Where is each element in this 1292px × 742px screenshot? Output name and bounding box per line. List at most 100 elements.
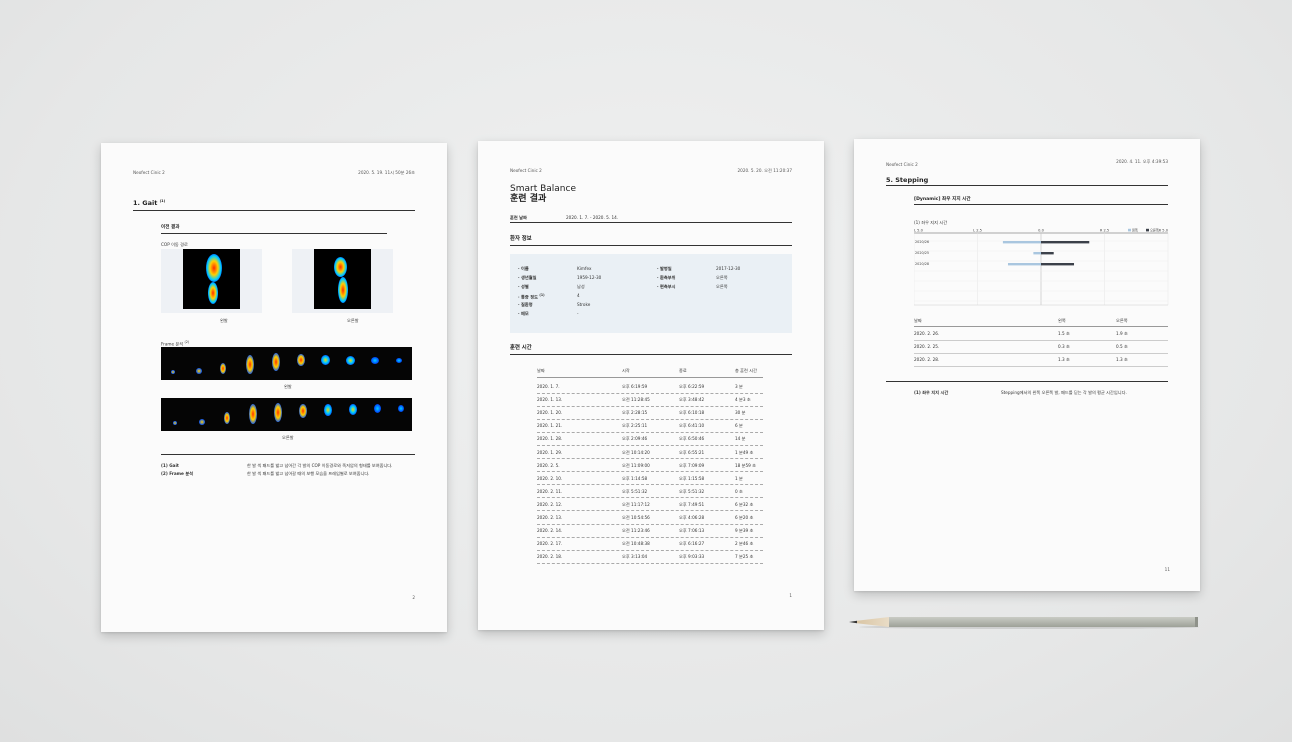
table-cell: 30 분 (735, 410, 746, 416)
strip-right-caption: 오른발 (282, 435, 294, 440)
patient-label: · 편측부시 (657, 284, 676, 289)
table-cell: 18 분59 초 (735, 462, 757, 468)
patient-value: Stroke (577, 302, 591, 307)
table-cell: 오후 7:09:09 (679, 462, 705, 468)
patient-label: · 질환명 (518, 302, 533, 307)
table-cell: 오후 6:16:27 (679, 541, 705, 547)
brand-label: Neofect Cinic 2 (133, 170, 165, 175)
patient-value: 오른쪽 (716, 284, 728, 289)
patient-rule (510, 245, 792, 246)
table-cell: 오전 10:54:56 (622, 515, 650, 520)
x-tick-label: 0.0 (1038, 229, 1044, 233)
table-cell: 2020. 2. 26. (914, 331, 940, 336)
bar (1033, 252, 1041, 255)
x-tick-label: L 5.0 (914, 229, 924, 233)
patient-label: · 이름 (518, 266, 529, 271)
table-cell: 0.5 초 (1116, 344, 1128, 349)
notes-rule (161, 454, 415, 455)
period-label: 훈련 날짜 (510, 215, 527, 220)
col-header-date: 날짜 (537, 368, 545, 373)
table-cell: 9 분39 초 (735, 528, 754, 534)
report-page-stepping: Neofect Cinic 2 2020. 4. 11. 오후 4:39:53 … (854, 139, 1200, 591)
right-foot-panel (292, 249, 393, 313)
frame-strip-left (161, 347, 412, 380)
table-cell: 오후 5:51:32 (622, 488, 648, 494)
training-section-title: 훈련 시간 (510, 345, 532, 351)
col-header-date: 날짜 (914, 318, 922, 323)
section-rule (133, 210, 415, 211)
x-tick-label: R 5.0 (1159, 229, 1169, 233)
patient-label: · 통증 정도 (1) (518, 293, 545, 300)
sub-rule (914, 204, 1168, 205)
period-value: 2020. 1. 7. - 2020. 5. 14. (566, 215, 619, 220)
table-cell: 오전 11:23:46 (622, 528, 650, 534)
note-text: Stepping에서의 왼쪽 오른쪽 발, 패드를 딛는 각 발의 평균 시간입… (1001, 390, 1127, 395)
frame-strip-right (161, 398, 412, 431)
table-cell: 오후 3:48:42 (679, 397, 705, 403)
header-date: 2020. 5. 19. 11시 50분 26초 (358, 170, 415, 175)
note-key-2: (2) Frame 분석 (161, 471, 194, 476)
table-cell: 2020. 2. 28. (914, 357, 940, 362)
table-cell: 2020. 2. 12. (537, 501, 563, 507)
section-title: 1. Gait (1) (133, 199, 166, 208)
table-cell: 1 분49 초 (735, 449, 754, 455)
table-cell: 오전 11:17:12 (622, 501, 650, 507)
patient-info-box: · 이름 Kimfex · 생년월일 1959-12-30 · 성별 남성 · … (510, 254, 792, 333)
report-page-training: Neofect Cinic 2 2020. 5. 20. 오전 11:20:37… (478, 141, 824, 630)
table-cell: 4 분3 초 (735, 397, 751, 403)
table-cell: 6 분20 초 (735, 515, 754, 520)
patient-label: · 환측부위 (657, 275, 676, 280)
report-title-ko: 훈련 결과 (510, 194, 547, 204)
table-cell: 오후 3:13:04 (622, 554, 648, 560)
table-cell: 오전 10:48:38 (622, 541, 650, 547)
table-cell: 6 분32 초 (735, 501, 754, 507)
table-cell: 2020. 2. 18. (537, 554, 563, 560)
bar (1007, 263, 1041, 266)
table-cell: 2020. 2. 17. (537, 541, 563, 547)
legend-swatch (1146, 228, 1149, 232)
brand-label: Neofect Cinic 2 (886, 162, 918, 167)
sub-title: [Dynamic] 좌우 지지 시간 (914, 197, 971, 202)
table-cell: 오후 7:06:13 (679, 528, 705, 534)
header-date: 2020. 5. 20. 오전 11:20:37 (737, 168, 792, 173)
right-foot-heatmap (314, 249, 371, 309)
header-date: 2020. 4. 11. 오후 4:39:53 (1116, 159, 1168, 164)
section-title: 5. Stepping (886, 176, 929, 184)
note-key-1: (1) Gait (161, 463, 179, 468)
table-cell: 7 분25 초 (735, 554, 754, 560)
table-cell: 오전 11:09:00 (622, 462, 650, 468)
table-cell: 오후 9:03:33 (679, 554, 705, 560)
patient-label: · 메모 (518, 311, 529, 316)
table-cell: 2020. 2. 25. (914, 344, 940, 349)
patient-label: · 성별 (518, 284, 529, 289)
note-text-2: 한 발 씩 패드를 밟고 넘어갈 때의 보행 모습을 프레임별로 보여줍니다. (247, 471, 370, 476)
notes-rule (886, 381, 1168, 382)
patient-value: 남성 (577, 284, 585, 289)
legend-label: 오른쪽 (1150, 227, 1159, 232)
table-cell: 오후 1:15:58 (679, 475, 705, 481)
col-header-total: 총 훈련 시간 (735, 368, 757, 373)
patient-value: 1959-12-30 (577, 275, 602, 280)
table-cell: 오후 1:14:58 (622, 475, 648, 481)
legend-swatch (1128, 228, 1131, 232)
patient-label: · 생년월일 (518, 275, 537, 280)
legend-label: 왼쪽 (1132, 227, 1138, 232)
col-header-right: 오른쪽 (1116, 318, 1128, 323)
table-cell: 오후 6:22:59 (679, 384, 705, 389)
patient-value: 4 (577, 293, 580, 298)
table-cell: 1.3 초 (1116, 357, 1128, 362)
table-cell: 2020. 2. 11. (537, 488, 563, 494)
patient-value: - (577, 311, 579, 316)
page-number: 2 (412, 595, 415, 600)
table-cell: 0 초 (735, 488, 743, 494)
table-cell: 2 분46 초 (735, 541, 754, 547)
support-time-chart: L 5.0 L 2.5 0.0 R 2.5 R 5.0 왼쪽 오른쪽 2020/26 2020/… (914, 227, 1169, 306)
page-number: 1 (789, 593, 792, 598)
bar (1041, 252, 1054, 255)
brand-label: Neofect Cinic 2 (510, 168, 542, 173)
patient-label: · 발병일 (657, 266, 672, 271)
frame-label: Frame 분석 (2) (161, 340, 190, 347)
table-cell: 0.3 초 (1058, 344, 1070, 349)
pencil (849, 617, 1199, 629)
table-cell: 오전 10:14:20 (622, 449, 650, 455)
